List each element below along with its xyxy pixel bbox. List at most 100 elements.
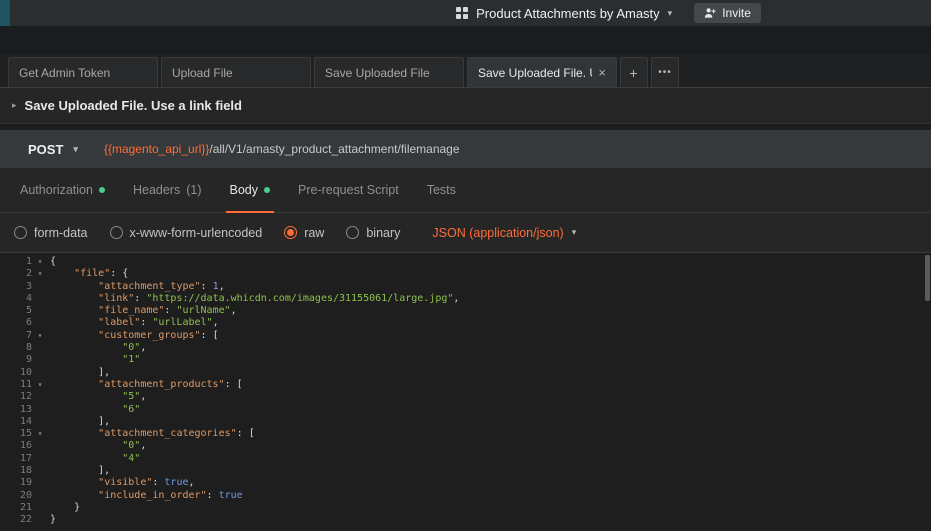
line-gutter: 15▾ (0, 428, 50, 440)
line-gutter: 20 (0, 490, 50, 502)
tab-body[interactable]: Body (216, 168, 285, 212)
tab-tests[interactable]: Tests (413, 168, 470, 212)
fold-arrow-icon[interactable]: ▾ (32, 379, 48, 391)
fold-arrow-icon[interactable]: ▾ (32, 428, 48, 440)
tab-label: Upload File (172, 66, 300, 80)
headers-count: (1) (186, 183, 201, 197)
tab-label: Headers (133, 183, 180, 197)
tab-authorization[interactable]: Authorization (6, 168, 119, 212)
radio-icon (110, 226, 123, 239)
close-tab-icon[interactable]: × (598, 65, 606, 80)
line-number: 15 (0, 428, 32, 440)
line-number: 19 (0, 477, 32, 489)
line-number: 21 (0, 502, 32, 514)
line-number: 18 (0, 465, 32, 477)
line-gutter: 9 (0, 354, 50, 366)
code-line[interactable]: 9 "1" (0, 354, 931, 366)
line-number: 12 (0, 391, 32, 403)
code-text: "attachment_categories": [ (50, 428, 255, 440)
chevron-down-icon: ▾ (572, 227, 577, 238)
status-dot-icon (99, 187, 105, 193)
code-line[interactable]: 10 ], (0, 367, 931, 379)
request-name-row[interactable]: ▸ Save Uploaded File. Use a link field (0, 88, 931, 124)
tab-save-uploaded-file-link[interactable]: Save Uploaded File. Use a link field × (467, 57, 617, 87)
content-type-selector[interactable]: JSON (application/json) ▾ (432, 226, 576, 240)
line-number: 20 (0, 490, 32, 502)
line-number: 10 (0, 367, 32, 379)
body-type-row: form-data x-www-form-urlencoded raw bina… (0, 213, 931, 253)
code-text: "file_name": "urlName", (50, 305, 237, 317)
tab-save-uploaded-file[interactable]: Save Uploaded File (314, 57, 464, 87)
code-line[interactable]: 4 "link": "https://data.whicdn.com/image… (0, 293, 931, 305)
radio-form-data[interactable]: form-data (14, 226, 88, 240)
chevron-down-icon: ▾ (73, 144, 78, 155)
code-line[interactable]: 19 "visible": true, (0, 477, 931, 489)
line-number: 5 (0, 305, 32, 317)
sidebar-strip (0, 0, 10, 26)
line-gutter: 2▾ (0, 268, 50, 280)
url-path: /all/V1/amasty_product_attachment/filema… (209, 142, 459, 156)
code-line[interactable]: 14 ], (0, 416, 931, 428)
line-gutter: 7▾ (0, 330, 50, 342)
tab-label: Pre-request Script (298, 183, 399, 197)
line-number: 3 (0, 281, 32, 293)
workspace-grid-icon[interactable] (456, 7, 468, 19)
line-number: 17 (0, 453, 32, 465)
code-line[interactable]: 3 "attachment_type": 1, (0, 281, 931, 293)
line-number: 11 (0, 379, 32, 391)
collapse-arrow-icon[interactable]: ▸ (12, 100, 17, 111)
fold-arrow-icon[interactable]: ▾ (32, 330, 48, 342)
code-line[interactable]: 22} (0, 514, 931, 526)
radio-label: form-data (34, 226, 88, 240)
code-text: { (50, 256, 56, 268)
workspace-title[interactable]: Product Attachments by Amasty (476, 6, 660, 21)
code-line[interactable]: 21 } (0, 502, 931, 514)
tab-upload-file[interactable]: Upload File (161, 57, 311, 87)
fold-arrow-icon[interactable]: ▾ (32, 268, 48, 280)
code-text: "customer_groups": [ (50, 330, 219, 342)
code-editor[interactable]: 1▾{2▾ "file": {3 "attachment_type": 1,4 … (0, 253, 931, 531)
radio-raw[interactable]: raw (284, 226, 324, 240)
radio-binary[interactable]: binary (346, 226, 400, 240)
workspace-switcher[interactable]: Product Attachments by Amasty ▾ Invite (456, 3, 761, 23)
code-line[interactable]: 15▾ "attachment_categories": [ (0, 428, 931, 440)
radio-icon (346, 226, 359, 239)
tab-label: Tests (427, 183, 456, 197)
code-line[interactable]: 7▾ "customer_groups": [ (0, 330, 931, 342)
tab-label: Get Admin Token (19, 66, 147, 80)
code-text: "file": { (50, 268, 128, 280)
code-line[interactable]: 13 "6" (0, 404, 931, 416)
code-line[interactable]: 20 "include_in_order": true (0, 490, 931, 502)
code-line[interactable]: 1▾{ (0, 256, 931, 268)
method-selector[interactable]: POST ▾ (0, 142, 104, 157)
request-url-input[interactable]: {{magento_api_url}}/all/V1/amasty_produc… (104, 142, 460, 156)
code-line[interactable]: 2▾ "file": { (0, 268, 931, 280)
code-text: "0", (50, 440, 146, 452)
code-line[interactable]: 17 "4" (0, 453, 931, 465)
editor-scrollbar[interactable] (925, 255, 930, 301)
code-text: "6" (50, 404, 140, 416)
code-line[interactable]: 8 "0", (0, 342, 931, 354)
code-line[interactable]: 11▾ "attachment_products": [ (0, 379, 931, 391)
tab-get-admin-token[interactable]: Get Admin Token (8, 57, 158, 87)
line-gutter: 3 (0, 281, 50, 293)
line-number: 13 (0, 404, 32, 416)
code-text: ], (50, 367, 110, 379)
code-line[interactable]: 18 ], (0, 465, 931, 477)
code-line[interactable]: 12 "5", (0, 391, 931, 403)
code-text: ], (50, 416, 110, 428)
radio-icon (284, 226, 297, 239)
radio-label: x-www-form-urlencoded (130, 226, 263, 240)
fold-arrow-icon[interactable]: ▾ (32, 256, 48, 268)
code-line[interactable]: 6 "label": "urlLabel", (0, 317, 931, 329)
chevron-down-icon[interactable]: ▾ (668, 8, 673, 19)
invite-button[interactable]: Invite (694, 3, 761, 23)
tab-headers[interactable]: Headers (1) (119, 168, 216, 212)
code-line[interactable]: 16 "0", (0, 440, 931, 452)
radio-x-www-form-urlencoded[interactable]: x-www-form-urlencoded (110, 226, 263, 240)
tab-options-button[interactable]: ••• (651, 57, 679, 87)
tab-pre-request-script[interactable]: Pre-request Script (284, 168, 413, 212)
code-text: "attachment_type": 1, (50, 281, 225, 293)
code-line[interactable]: 5 "file_name": "urlName", (0, 305, 931, 317)
new-tab-button[interactable]: + (620, 57, 648, 87)
